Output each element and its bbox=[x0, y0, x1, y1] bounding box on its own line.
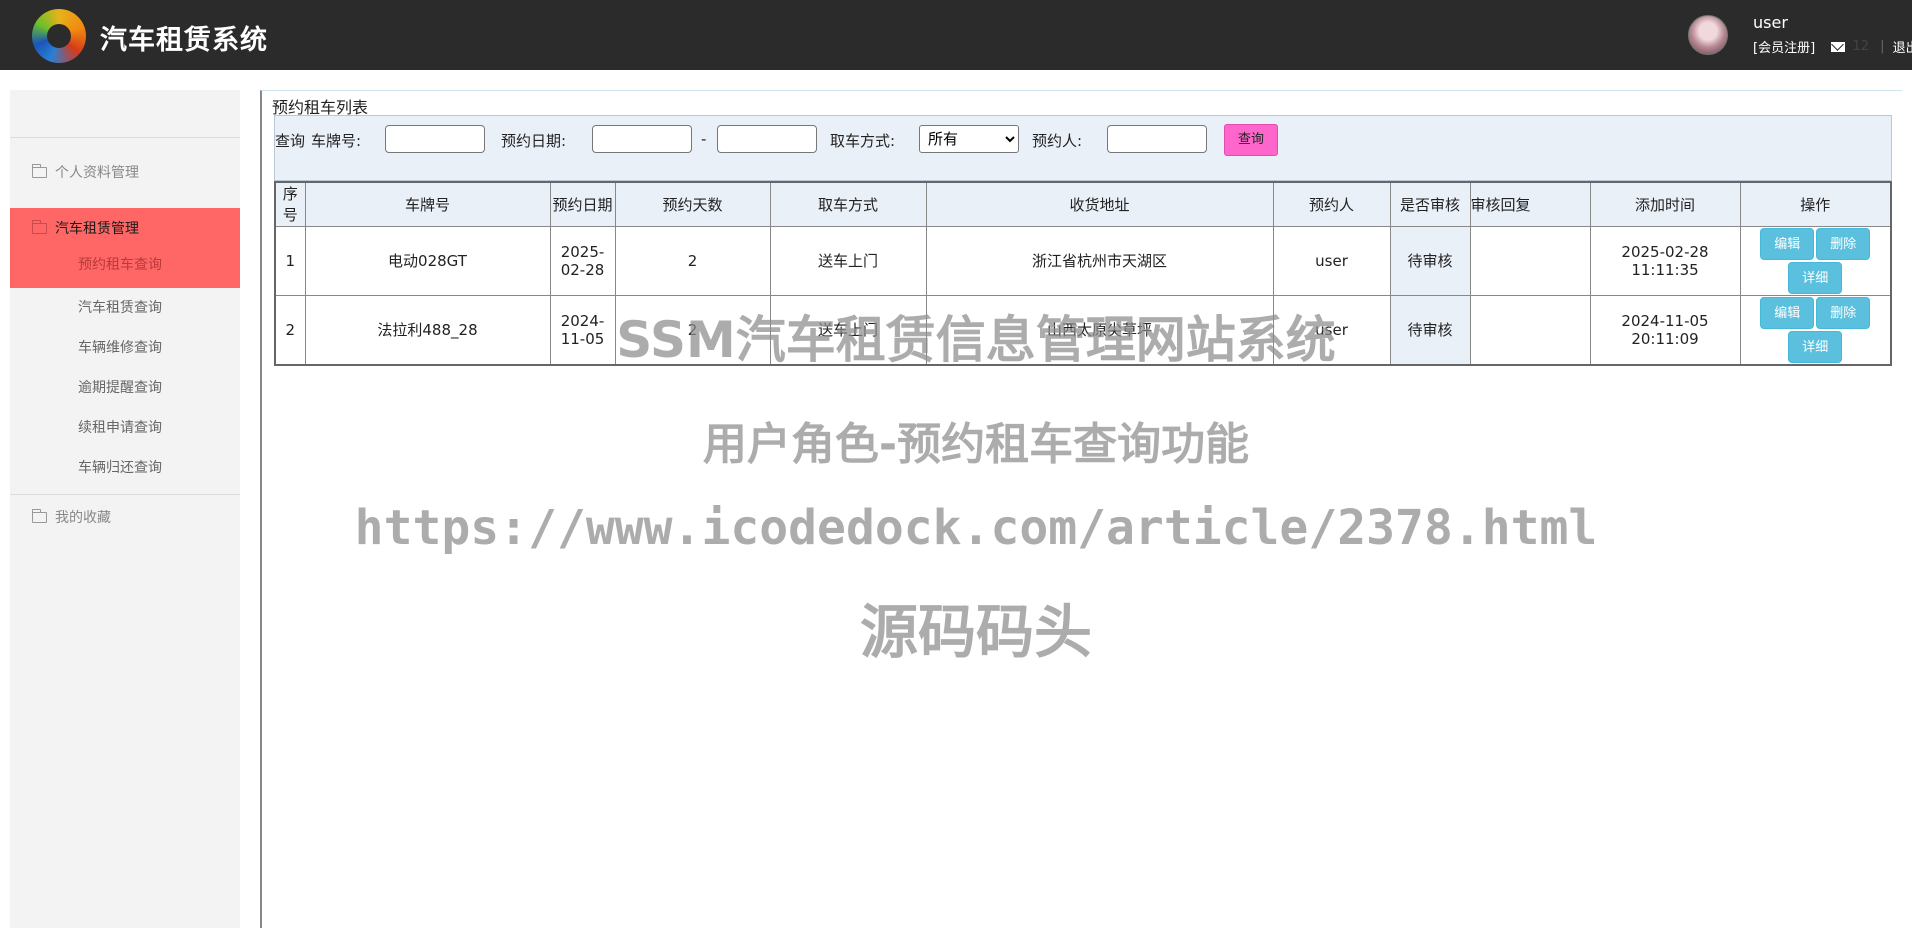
cell-address: 山西太原尖草坪 bbox=[925, 294, 1274, 365]
sidebar-item-repair-query[interactable]: 车辆维修查询 bbox=[10, 328, 240, 368]
cell-pickup: 送车上门 bbox=[769, 225, 927, 296]
sidebar-sub-list: 预约租车查询 汽车租赁查询 车辆维修查询 逾期提醒查询 续租申请查询 车辆归还查… bbox=[10, 246, 240, 488]
cell-reply bbox=[1469, 294, 1591, 365]
col-address: 收货地址 bbox=[925, 181, 1274, 227]
folder-icon bbox=[32, 163, 47, 178]
cell-person: user bbox=[1272, 225, 1391, 296]
edit-button[interactable]: 编辑 bbox=[1760, 296, 1815, 329]
col-plate: 车牌号 bbox=[304, 181, 551, 227]
sidebar-item-overdue-query[interactable]: 逾期提醒查询 bbox=[10, 368, 240, 408]
folder-icon bbox=[32, 219, 47, 234]
top-header: 汽车租赁系统 user [会员注册] 12 | 退出 bbox=[0, 0, 1912, 70]
col-added: 添加时间 bbox=[1589, 181, 1741, 227]
cell-date: 2024-11-05 bbox=[549, 294, 616, 365]
header-links: [会员注册] 12 | 退出 bbox=[1753, 37, 1912, 56]
col-pickup: 取车方式 bbox=[769, 181, 927, 227]
cell-added: 2025-02-28 11:11:35 bbox=[1589, 225, 1741, 296]
table-row: 2 法拉利488_28 2024-11-05 2 送车上门 山西太原尖草坪 us… bbox=[274, 294, 1892, 365]
table-header-row: 序号 车牌号 预约日期 预约天数 取车方式 收货地址 预约人 是否审核 审核回复… bbox=[274, 181, 1892, 227]
sidebar-group-profile[interactable]: 个人资料管理 bbox=[10, 150, 240, 194]
col-audit: 是否审核 bbox=[1389, 181, 1471, 227]
cell-days: 2 bbox=[614, 225, 771, 296]
detail-button[interactable]: 详细 bbox=[1788, 261, 1843, 294]
col-actions: 操作 bbox=[1739, 181, 1892, 227]
cell-no: 2 bbox=[274, 294, 306, 365]
sidebar-item-return-query[interactable]: 车辆归还查询 bbox=[10, 448, 240, 488]
sidebar-group-favorites[interactable]: 我的收藏 bbox=[10, 495, 240, 539]
cell-audit: 待审核 bbox=[1389, 294, 1471, 365]
cell-person: user bbox=[1272, 294, 1391, 365]
cell-no: 1 bbox=[274, 225, 306, 296]
sidebar-group-label: 我的收藏 bbox=[55, 510, 111, 526]
reservation-table: 序号 车牌号 预约日期 预约天数 取车方式 收货地址 预约人 是否审核 审核回复… bbox=[274, 181, 1892, 366]
separator: | bbox=[1880, 39, 1885, 54]
date-range-separator: - bbox=[701, 130, 707, 148]
cell-plate: 电动028GT bbox=[304, 225, 551, 296]
message-count[interactable]: 12 bbox=[1852, 39, 1869, 54]
sidebar-group-label: 个人资料管理 bbox=[55, 165, 139, 181]
date-label: 预约日期: bbox=[501, 132, 567, 150]
avatar[interactable] bbox=[1688, 15, 1728, 55]
sidebar-group-label: 汽车租赁管理 bbox=[55, 221, 139, 237]
date-start-input[interactable] bbox=[592, 125, 692, 153]
folder-icon bbox=[32, 508, 47, 523]
cell-added: 2024-11-05 20:11:09 bbox=[1589, 294, 1741, 365]
cell-date: 2025-02-28 bbox=[549, 225, 616, 296]
register-link[interactable]: [会员注册] bbox=[1753, 37, 1815, 56]
col-no: 序号 bbox=[274, 181, 306, 227]
cell-pickup: 送车上门 bbox=[769, 294, 927, 365]
search-bar: 查询 车牌号: 预约日期: - 取车方式: 所有 预约人: 查询 bbox=[274, 115, 1892, 181]
col-reply: 审核回复 bbox=[1469, 181, 1591, 227]
table-row: 1 电动028GT 2025-02-28 2 送车上门 浙江省杭州市天湖区 us… bbox=[274, 225, 1892, 296]
cell-plate: 法拉利488_28 bbox=[304, 294, 551, 365]
delete-button[interactable]: 删除 bbox=[1816, 296, 1871, 329]
sidebar-item-reservation-query[interactable]: 预约租车查询 bbox=[10, 246, 240, 288]
date-end-input[interactable] bbox=[717, 125, 817, 153]
person-input[interactable] bbox=[1107, 125, 1207, 153]
cell-actions: 编辑 删除 详细 bbox=[1739, 294, 1892, 365]
search-prefix: 查询 bbox=[275, 132, 306, 150]
sidebar-group-rental[interactable]: 汽车租赁管理 bbox=[10, 208, 240, 248]
plate-label: 车牌号: bbox=[311, 132, 362, 150]
pickup-label: 取车方式: bbox=[830, 132, 896, 150]
sidebar-top bbox=[10, 90, 240, 138]
cell-reply bbox=[1469, 225, 1591, 296]
person-label: 预约人: bbox=[1032, 132, 1083, 150]
cell-actions: 编辑 删除 详细 bbox=[1739, 225, 1892, 296]
col-days: 预约天数 bbox=[614, 181, 771, 227]
cell-address: 浙江省杭州市天湖区 bbox=[925, 225, 1274, 296]
detail-button[interactable]: 详细 bbox=[1788, 330, 1843, 363]
logout-link[interactable]: 退出 bbox=[1893, 37, 1912, 56]
sidebar-item-rental-query[interactable]: 汽车租赁查询 bbox=[10, 288, 240, 328]
search-button[interactable]: 查询 bbox=[1224, 124, 1278, 156]
pickup-select[interactable]: 所有 bbox=[919, 125, 1019, 153]
delete-button[interactable]: 删除 bbox=[1816, 227, 1871, 260]
app-title: 汽车租赁系统 bbox=[100, 25, 268, 56]
col-date: 预约日期 bbox=[549, 181, 616, 227]
main-panel: 预约租车列表 查询 车牌号: 预约日期: - 取车方式: 所有 预约人: 查询 … bbox=[260, 90, 1902, 928]
sidebar: 个人资料管理 汽车租赁管理 预约租车查询 汽车租赁查询 车辆维修查询 逾期提醒查… bbox=[10, 90, 240, 928]
plate-input[interactable] bbox=[385, 125, 485, 153]
cell-days: 2 bbox=[614, 294, 771, 365]
cell-audit: 待审核 bbox=[1389, 225, 1471, 296]
edit-button[interactable]: 编辑 bbox=[1760, 227, 1815, 260]
mail-icon[interactable] bbox=[1831, 41, 1846, 52]
col-person: 预约人 bbox=[1272, 181, 1391, 227]
username: user bbox=[1753, 13, 1788, 32]
sidebar-item-renewal-query[interactable]: 续租申请查询 bbox=[10, 408, 240, 448]
logo-icon bbox=[32, 9, 86, 63]
